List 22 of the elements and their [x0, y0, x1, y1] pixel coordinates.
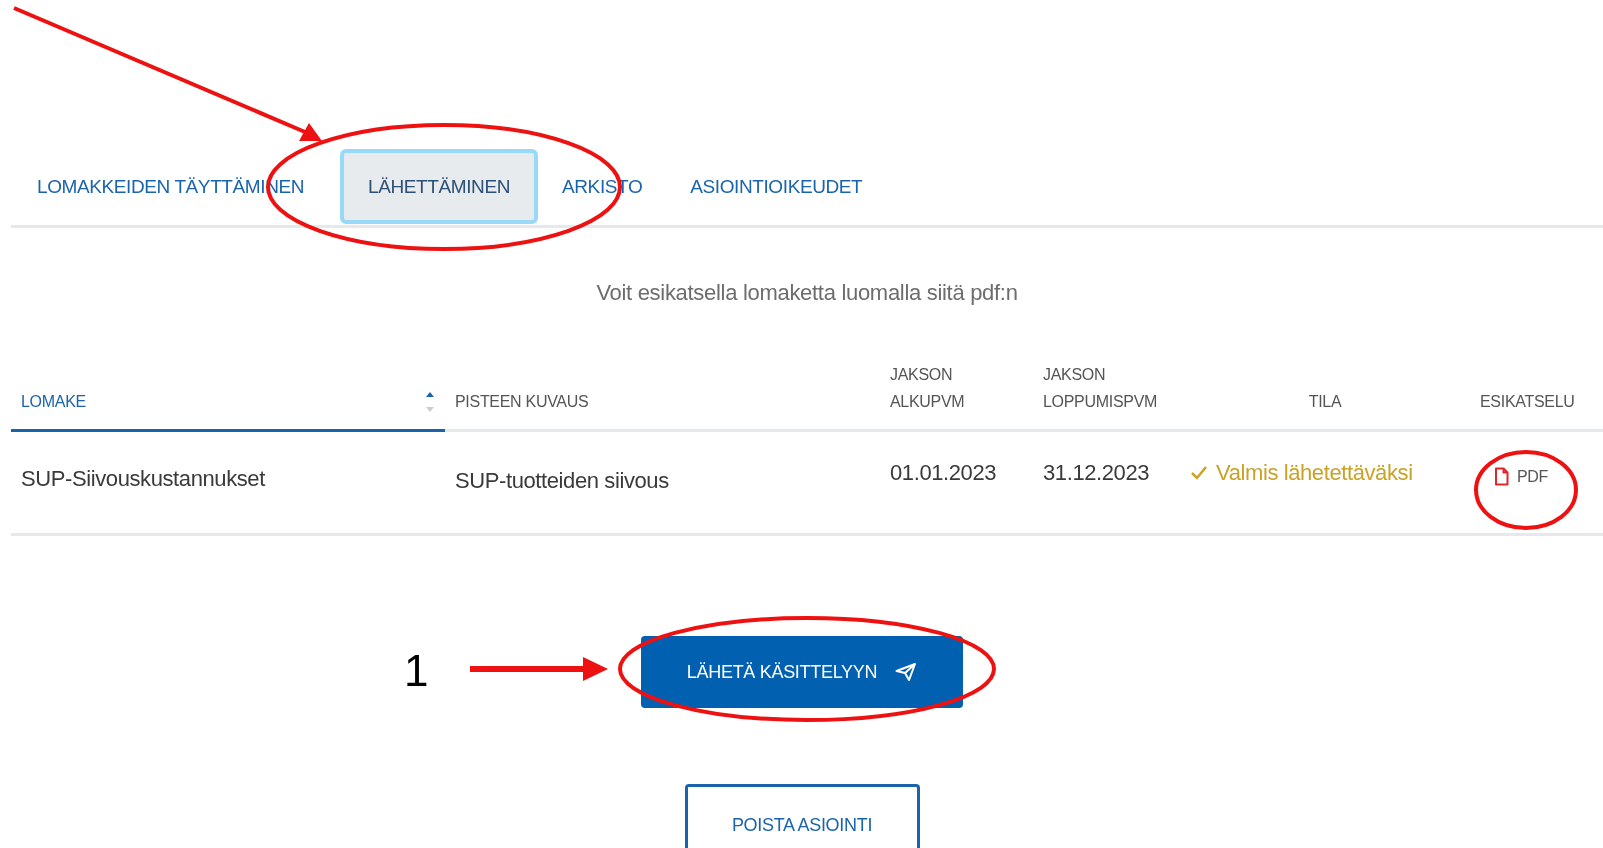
column-header[interactable]: ESIKATSELU: [1480, 388, 1575, 416]
column-header[interactable]: PISTEEN KUVAUS: [455, 388, 589, 416]
status-text: Valmis lähetettäväksi: [1216, 459, 1413, 488]
step-number: 1: [404, 646, 429, 695]
column-header[interactable]: LOMAKE: [21, 388, 86, 416]
tab[interactable]: ASIOINTIOIKEUDET: [678, 151, 875, 222]
document-icon: [1494, 467, 1509, 487]
table-cell: SUP-Siivouskustannukset: [21, 466, 265, 492]
sort-icon[interactable]: [425, 391, 435, 414]
column-header[interactable]: TILA: [1308, 388, 1342, 416]
table-cell: SUP-tuotteiden siivous: [455, 468, 669, 494]
paper-plane-icon: [895, 662, 918, 683]
table-cell: 31.12.2023: [1043, 460, 1150, 486]
check-icon: [1190, 464, 1208, 481]
tab[interactable]: LÄHETTÄMINEN: [340, 149, 538, 224]
column-header[interactable]: JAKSON ALKUPVM: [890, 361, 965, 416]
table-cell: 01.01.2023: [890, 460, 997, 486]
delete-button[interactable]: POISTA ASIOINTI: [684, 784, 920, 848]
pdf-link[interactable]: PDF: [1494, 464, 1548, 489]
column-header[interactable]: JAKSON LOPPUMISPVM: [1043, 361, 1158, 416]
send-button[interactable]: LÄHETÄ KÄSITTELYYN: [641, 636, 963, 709]
info-text: Voit esikatsella lomaketta luomalla siitä pdf:n: [595, 279, 1019, 307]
